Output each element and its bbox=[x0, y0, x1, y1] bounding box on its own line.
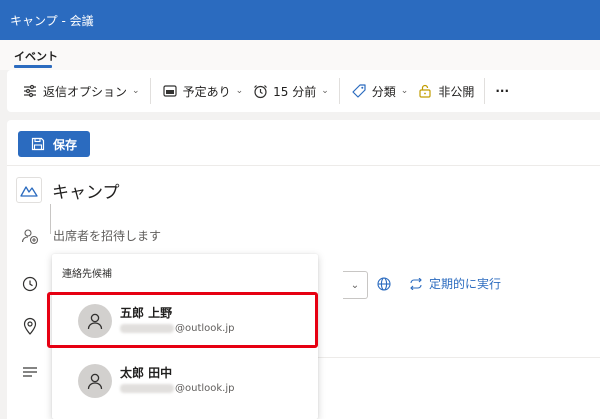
divider bbox=[311, 357, 600, 358]
toolbar-divider bbox=[484, 78, 486, 104]
divider bbox=[50, 204, 51, 234]
contact-name: 太郎 田中 bbox=[120, 366, 173, 380]
chevron-down-icon: ⌄ bbox=[235, 86, 244, 96]
category-label: 分類 bbox=[371, 84, 396, 99]
location-pin-icon bbox=[21, 317, 39, 335]
contact-name: 五郎 上野 bbox=[120, 306, 173, 320]
more-options-button[interactable]: ··· bbox=[491, 76, 513, 106]
save-button[interactable]: 保存 bbox=[18, 131, 90, 157]
category-button[interactable]: 分類 ⌄ bbox=[346, 76, 413, 106]
tab-active-indicator bbox=[14, 65, 52, 68]
private-button[interactable]: 非公開 bbox=[412, 76, 478, 106]
reply-options-button[interactable]: 返信オプション ⌄ bbox=[17, 76, 144, 106]
contact-email-domain: @outlook.jp bbox=[175, 383, 235, 394]
busy-status-button[interactable]: 予定あり ⌄ bbox=[157, 76, 248, 106]
reply-options-icon bbox=[21, 82, 39, 100]
recurrence-label: 定期的に実行 bbox=[429, 277, 502, 291]
window-title: キャンプ - 会議 bbox=[10, 13, 94, 28]
globe-icon[interactable] bbox=[377, 277, 391, 294]
event-title-input[interactable]: キャンプ bbox=[52, 178, 120, 203]
alarm-clock-icon bbox=[251, 82, 269, 100]
contact-email: @outlook.jp bbox=[120, 383, 235, 394]
contact-suggestions-popup: 連絡先候補 五郎 上野 @outlook.jp 太郎 田中 @outlook.j… bbox=[52, 254, 318, 419]
chevron-down-icon: ⌄ bbox=[400, 86, 409, 96]
contact-suggestion-item[interactable]: 太郎 田中 @outlook.jp bbox=[52, 352, 318, 410]
person-avatar-icon bbox=[78, 304, 112, 338]
more-options-icon: ··· bbox=[495, 84, 510, 98]
description-lines-icon bbox=[21, 363, 39, 381]
toolbar-divider bbox=[338, 78, 340, 104]
person-avatar-icon bbox=[78, 364, 112, 398]
lock-icon bbox=[416, 82, 434, 100]
clock-icon bbox=[21, 275, 39, 293]
tab-event[interactable]: イベント bbox=[14, 48, 58, 64]
divider bbox=[7, 165, 600, 166]
contact-email: @outlook.jp bbox=[120, 323, 235, 334]
busy-status-label: 予定あり bbox=[182, 84, 231, 99]
contact-email-domain: @outlook.jp bbox=[175, 323, 235, 334]
toolbar-divider bbox=[149, 78, 151, 104]
time-dropdown-chevron[interactable]: ⌄ bbox=[343, 271, 368, 299]
save-label: 保存 bbox=[52, 137, 77, 152]
suggestions-heading: 連絡先候補 bbox=[62, 269, 112, 280]
tag-icon bbox=[350, 82, 368, 100]
chevron-down-icon: ⌄ bbox=[132, 86, 140, 96]
calendar-busy-icon bbox=[161, 82, 179, 100]
redacted-email-user bbox=[120, 384, 174, 393]
reply-options-label: 返信オプション bbox=[43, 84, 128, 99]
private-label: 非公開 bbox=[438, 84, 475, 99]
chevron-down-icon: ⌄ bbox=[321, 86, 329, 96]
attendees-input[interactable]: 出席者を招待します bbox=[53, 227, 161, 244]
reminder-label: 15 分前 bbox=[273, 84, 317, 99]
tab-bar: イベント bbox=[0, 40, 600, 70]
repeat-icon bbox=[410, 277, 422, 290]
mountain-icon[interactable] bbox=[16, 177, 42, 203]
redacted-email-user bbox=[120, 324, 174, 333]
reminder-button[interactable]: 15 分前 ⌄ bbox=[247, 76, 333, 106]
window-titlebar: キャンプ - 会議 bbox=[0, 0, 600, 40]
recurrence-button[interactable]: 定期的に実行 bbox=[409, 275, 501, 292]
contact-suggestion-item[interactable]: 五郎 上野 @outlook.jp bbox=[52, 292, 318, 350]
add-attendee-icon bbox=[21, 227, 39, 245]
ribbon-toolbar: 返信オプション ⌄ 予定あり ⌄ 15 分前 ⌄ 分類 ⌄ 非公開 ··· bbox=[7, 70, 600, 112]
save-icon bbox=[31, 137, 45, 151]
